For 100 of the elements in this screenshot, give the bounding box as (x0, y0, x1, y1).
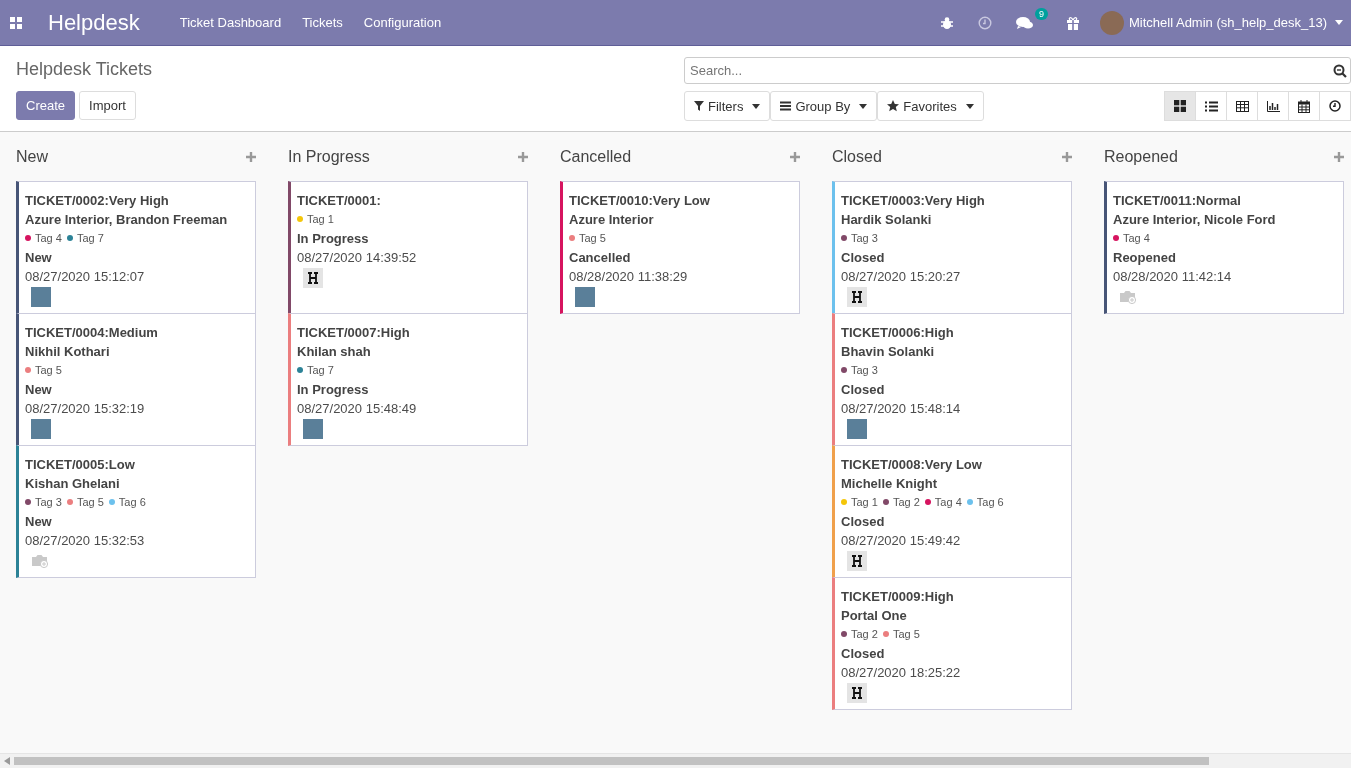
left-arrow-icon[interactable] (4, 757, 10, 765)
nav-menu-item[interactable]: Ticket Dashboard (179, 15, 282, 30)
caret-icon (965, 103, 974, 109)
ticket-title: TICKET/0005:Low (25, 456, 136, 474)
nav-menu-item[interactable]: Tickets (302, 15, 343, 30)
ticket-title: TICKET/0006:High (841, 324, 955, 342)
ticket-card[interactable]: TICKET/0001: Tag 1 In Progress 08/27/2020 14:39:52 (288, 181, 528, 314)
ticket-card[interactable]: TICKET/0008:Very Low Michelle Knight Tag 1 Tag 2 Tag 4 Tag 6 Closed 08/27/2020 15:49:42 (832, 445, 1072, 578)
horizontal-scrollbar[interactable] (0, 753, 1351, 768)
ticket-title: TICKET/0009:High (841, 588, 955, 606)
search-option-dropdown[interactable]: Favorites (877, 91, 984, 121)
search-field[interactable]: Search... (684, 57, 1351, 84)
activity-view-button[interactable] (1319, 91, 1351, 121)
ticket-stage: Closed (841, 645, 886, 663)
clock-icon[interactable] (978, 15, 992, 30)
ticket-date: 08/27/2020 15:49:42 (841, 532, 962, 550)
search-option-dropdown[interactable]: Filters (684, 91, 771, 121)
tag-label: Tag 2 (892, 496, 920, 508)
ticket-card[interactable]: TICKET/0009:High Portal One Tag 2 Tag 5 Closed 08/27/2020 18:25:22 (832, 577, 1072, 710)
customer-name: Michelle Knight (841, 475, 939, 493)
tag-label: Tag 5 (892, 628, 920, 640)
chat-icon[interactable] (1016, 15, 1034, 30)
ticket-card[interactable]: TICKET/0007:High Khilan shah Tag 7 In Progress 08/27/2020 15:48:49 (288, 313, 528, 446)
column-title: New (16, 148, 48, 166)
menu-icon (780, 101, 792, 111)
tag-label: Tag 6 (976, 496, 1004, 508)
add-icon[interactable] (790, 152, 800, 162)
search-option-dropdown[interactable]: Group By (770, 91, 878, 121)
photo-placeholder (31, 419, 51, 439)
ticket-card[interactable]: TICKET/0003:Very High Hardik Solanki Tag 3 Closed 08/27/2020 15:20:27 (832, 181, 1072, 314)
ticket-stage: Closed (841, 249, 886, 267)
message-count-badge: 9 (1035, 7, 1048, 20)
logo-icon (847, 683, 867, 703)
ticket-title: TICKET/0004:Medium (25, 324, 159, 342)
ticket-card[interactable]: TICKET/0006:High Bhavin Solanki Tag 3 Closed 08/27/2020 15:48:14 (832, 313, 1072, 446)
tag-label: Tag 4 (1123, 232, 1150, 244)
bug-icon[interactable] (940, 15, 954, 30)
camera-icon (1119, 290, 1137, 304)
grid-icon (1174, 100, 1186, 112)
ticket-card[interactable]: TICKET/0005:Low Kishan Ghelani Tag 3 Tag 5 Tag 6 New 08/27/2020 15:32:53 (16, 445, 256, 578)
ticket-date: 08/27/2020 15:32:53 (25, 532, 146, 550)
ticket-title: TICKET/0008:Very Low (841, 456, 983, 474)
tag-label: Tag 5 (35, 364, 62, 376)
add-icon[interactable] (1334, 152, 1344, 162)
customer-name: Hardik Solanki (841, 211, 933, 229)
customer-name: Azure Interior, Brandon Freeman (25, 211, 229, 229)
bar-chart-icon (1266, 100, 1280, 112)
page-title: Helpdesk Tickets (16, 58, 153, 81)
filter-icon (694, 101, 704, 111)
customer-name: Portal One (841, 607, 908, 625)
ticket-title: TICKET/0010:Very Low (569, 192, 711, 210)
tag-label: Tag 3 (35, 496, 62, 508)
ticket-stage: Cancelled (569, 249, 632, 267)
app-name[interactable]: Helpdesk (48, 9, 140, 36)
logo-icon (303, 268, 323, 288)
user-menu[interactable]: Mitchell Admin (sh_help_desk_13) (1100, 10, 1343, 35)
column-title: Reopened (1104, 148, 1178, 166)
photo-placeholder (303, 419, 323, 439)
ticket-stage: In Progress (297, 381, 370, 399)
list-view-button[interactable] (1195, 91, 1227, 121)
add-icon[interactable] (518, 152, 528, 162)
pivot-view-button[interactable] (1226, 91, 1258, 121)
logo-icon (847, 551, 867, 571)
add-icon[interactable] (1062, 152, 1072, 162)
ticket-stage: New (25, 513, 53, 531)
table-icon (1235, 100, 1249, 112)
ticket-stage: Closed (841, 513, 886, 531)
ticket-date: 08/27/2020 15:48:49 (297, 400, 418, 418)
photo-placeholder (575, 287, 595, 307)
ticket-date: 08/27/2020 15:12:07 (25, 268, 146, 286)
customer-name: Nikhil Kothari (25, 343, 111, 361)
logo-icon (847, 287, 867, 307)
camera-icon (31, 554, 49, 568)
tag-label: Tag 7 (307, 364, 334, 376)
ticket-stage: New (25, 249, 53, 267)
calendar-view-button[interactable] (1288, 91, 1320, 121)
create-button[interactable]: Create (16, 91, 76, 120)
ticket-date: 08/27/2020 18:25:22 (841, 664, 962, 682)
ticket-card[interactable]: TICKET/0011:Normal Azure Interior, Nicole Ford Tag 4 Reopened 08/28/2020 11:42:14 (1104, 181, 1344, 314)
ticket-card[interactable]: TICKET/0010:Very Low Azure Interior Tag 5 Cancelled 08/28/2020 11:38:29 (560, 181, 800, 314)
tag-label: Tag 6 (118, 496, 146, 508)
kanban-view-button[interactable] (1164, 91, 1196, 121)
nav-menu-item[interactable]: Configuration (363, 15, 442, 30)
apps-menu-icon[interactable] (10, 16, 22, 29)
graph-view-button[interactable] (1257, 91, 1289, 121)
ticket-title: TICKET/0002:Very High (25, 192, 170, 210)
gift-icon[interactable] (1066, 15, 1080, 30)
ticket-title: TICKET/0011:Normal (1113, 192, 1242, 210)
search-icon[interactable] (1333, 64, 1347, 78)
ticket-stage: New (25, 381, 53, 399)
add-icon[interactable] (246, 152, 256, 162)
customer-name: Kishan Ghelani (25, 475, 121, 493)
ticket-card[interactable]: TICKET/0002:Very High Azure Interior, Brandon Freeman Tag 4 Tag 7 New 08/27/2020 15:12:07 (16, 181, 256, 314)
tag-label: Tag 5 (76, 496, 104, 508)
ticket-date: 08/27/2020 15:20:27 (841, 268, 962, 286)
ticket-card[interactable]: TICKET/0004:Medium Nikhil Kothari Tag 5 New 08/27/2020 15:32:19 (16, 313, 256, 446)
import-button[interactable]: Import (79, 91, 136, 120)
ticket-date: 08/27/2020 14:39:52 (297, 249, 418, 267)
user-avatar (1100, 10, 1124, 35)
ticket-date: 08/27/2020 15:32:19 (25, 400, 146, 418)
